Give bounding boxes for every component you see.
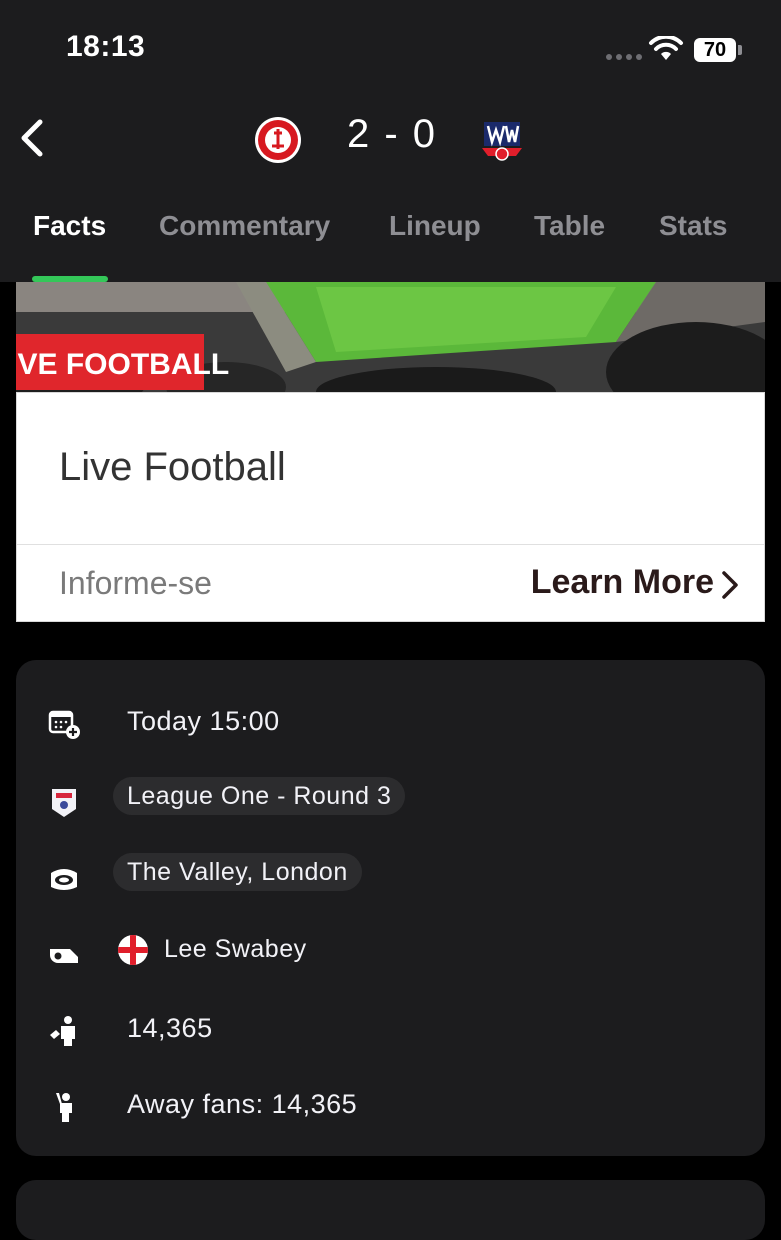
stadium-image: LIVE FOOTBALL [16,282,765,392]
competition-row: League One - Round 3 [16,777,765,827]
status-time: 18:13 [66,30,146,63]
england-flag-icon [118,935,148,965]
away-fans-count: Away fans: 14,365 [127,1089,358,1119]
back-chevron-icon[interactable] [14,116,54,160]
tab-lineup[interactable]: Lineup [389,210,481,258]
away-fans-row: Away fans: 14,365 [16,1081,765,1131]
ad-banner-image[interactable]: LIVE FOOTBALL [16,282,765,392]
ad-card[interactable]: Live Football Informe-se Learn More [16,392,765,622]
match-date-row: Today 15:00 [16,698,765,748]
venue-row: The Valley, London [16,853,765,903]
attendance-count: 14,365 [127,1013,213,1043]
tab-commentary[interactable]: Commentary [159,210,330,258]
cellular-signal-icon [606,54,642,60]
tab-bar: Facts Commentary Lineup Table Stats [0,210,781,282]
ad-subtitle: Informe-se [59,565,212,601]
battery-cap [738,45,742,55]
ad-divider [17,544,764,545]
match-date: Today 15:00 [127,706,280,736]
header-bar: 18:13 70 2 - 0 Facts Commentary Lineup T… [0,0,781,282]
learn-more-button[interactable]: Learn More [531,563,714,602]
competition-pill[interactable]: League One - Round 3 [113,777,406,815]
tab-stats[interactable]: Stats [659,210,727,258]
tab-table[interactable]: Table [534,210,605,258]
ad-banner-label: LIVE FOOTBALL [16,348,229,381]
attendance-row: 14,365 [16,1005,765,1055]
venue-pill[interactable]: The Valley, London [113,853,362,891]
referee-name[interactable]: Lee Swabey [164,935,307,964]
calendar-add-icon [48,710,80,739]
battery-level: 70 [694,38,736,62]
match-score: 2 - 0 [346,112,438,156]
tab-facts[interactable]: Facts [33,210,106,258]
away-team-crest-icon[interactable] [478,116,526,164]
chevron-right-icon[interactable] [720,569,740,601]
whistle-icon [50,949,78,963]
referee-row: Lee Swabey [16,929,765,979]
stadium-icon [51,869,77,890]
wifi-icon [649,36,683,60]
match-facts-card: Today 15:00 League One - Round 3 The Val… [16,660,765,1156]
attendance-icon [50,1016,75,1046]
home-team-crest-icon[interactable] [254,116,302,164]
next-section-card [16,1180,765,1240]
ad-title: Live Football [59,445,286,489]
league-badge-icon [52,789,76,817]
away-fans-icon [56,1093,72,1122]
